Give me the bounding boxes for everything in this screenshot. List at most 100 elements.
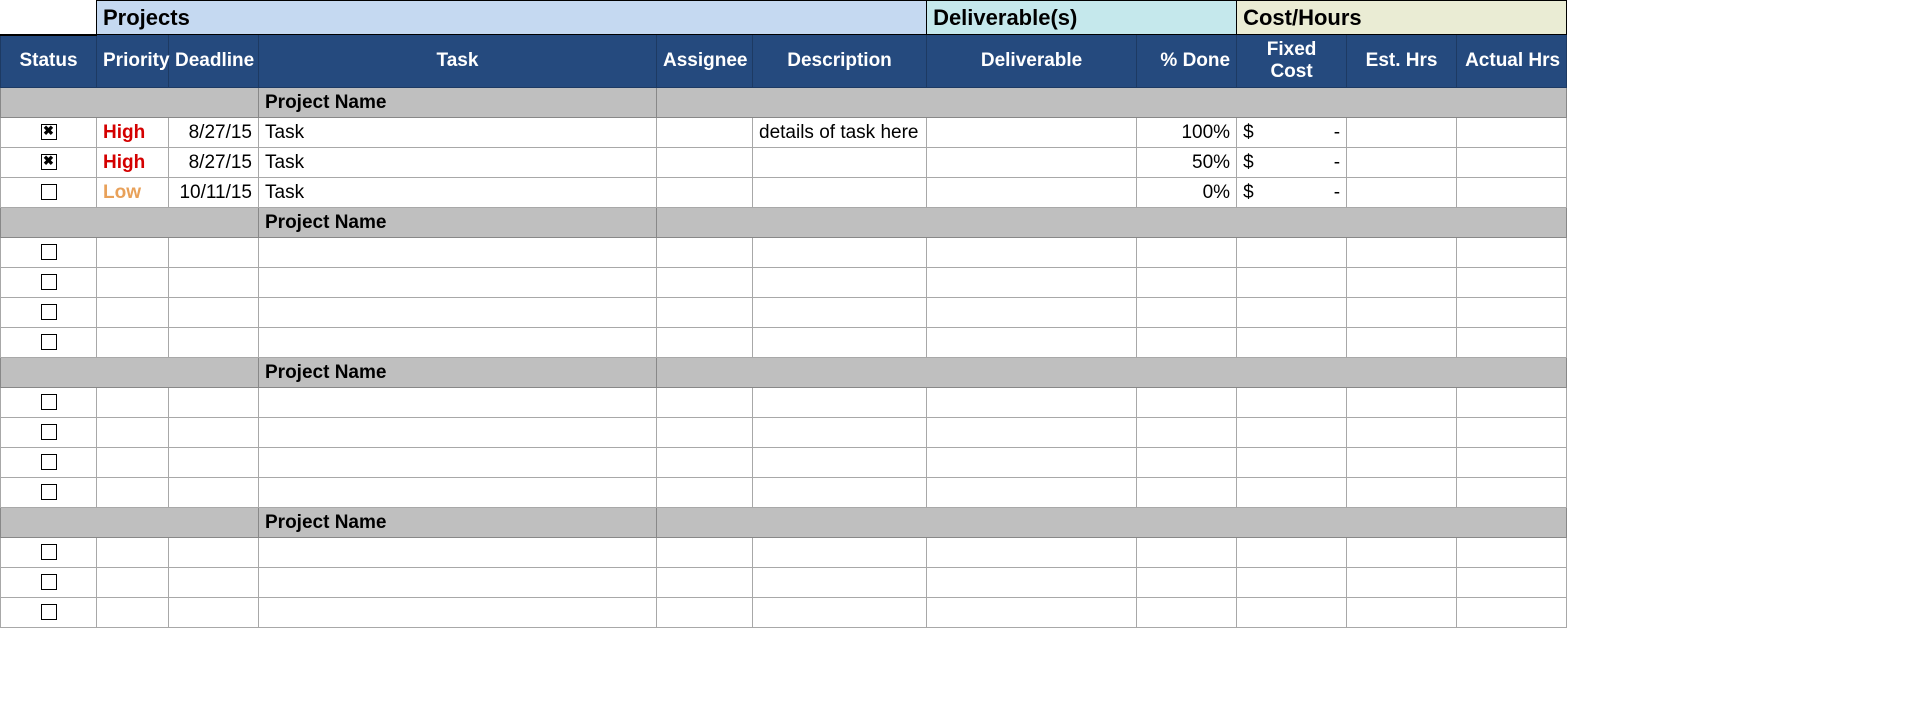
- actual-hrs-cell[interactable]: [1457, 448, 1567, 478]
- status-cell[interactable]: [1, 478, 97, 508]
- fixed-cost-cell[interactable]: [1237, 478, 1347, 508]
- task-cell[interactable]: Task: [259, 148, 657, 178]
- est-hrs-cell[interactable]: [1347, 418, 1457, 448]
- est-hrs-cell[interactable]: [1347, 478, 1457, 508]
- deliverable-cell[interactable]: [927, 178, 1137, 208]
- task-cell[interactable]: Task: [259, 118, 657, 148]
- assignee-cell[interactable]: [657, 298, 753, 328]
- task-cell[interactable]: [259, 538, 657, 568]
- deliverable-cell[interactable]: [927, 598, 1137, 628]
- actual-hrs-cell[interactable]: [1457, 118, 1567, 148]
- actual-hrs-cell[interactable]: [1457, 478, 1567, 508]
- priority-cell[interactable]: [97, 568, 169, 598]
- task-cell[interactable]: [259, 418, 657, 448]
- task-cell[interactable]: [259, 478, 657, 508]
- status-cell[interactable]: [1, 328, 97, 358]
- deliverable-cell[interactable]: [927, 388, 1137, 418]
- status-cell[interactable]: ✖: [1, 118, 97, 148]
- description-cell[interactable]: [753, 388, 927, 418]
- priority-cell[interactable]: [97, 268, 169, 298]
- est-hrs-cell[interactable]: [1347, 568, 1457, 598]
- deadline-cell[interactable]: [169, 238, 259, 268]
- description-cell[interactable]: [753, 478, 927, 508]
- checkbox-empty-icon[interactable]: [41, 244, 57, 260]
- deadline-cell[interactable]: [169, 298, 259, 328]
- description-cell[interactable]: [753, 178, 927, 208]
- fixed-cost-cell[interactable]: [1237, 568, 1347, 598]
- priority-cell[interactable]: [97, 418, 169, 448]
- checkbox-checked-icon[interactable]: ✖: [41, 124, 57, 140]
- description-cell[interactable]: [753, 538, 927, 568]
- deliverable-cell[interactable]: [927, 538, 1137, 568]
- deliverable-cell[interactable]: [927, 118, 1137, 148]
- assignee-cell[interactable]: [657, 178, 753, 208]
- actual-hrs-cell[interactable]: [1457, 538, 1567, 568]
- pct-done-cell[interactable]: [1137, 388, 1237, 418]
- actual-hrs-cell[interactable]: [1457, 388, 1567, 418]
- actual-hrs-cell[interactable]: [1457, 268, 1567, 298]
- description-cell[interactable]: [753, 148, 927, 178]
- status-cell[interactable]: [1, 268, 97, 298]
- est-hrs-cell[interactable]: [1347, 238, 1457, 268]
- deliverable-cell[interactable]: [927, 328, 1137, 358]
- est-hrs-cell[interactable]: [1347, 268, 1457, 298]
- est-hrs-cell[interactable]: [1347, 148, 1457, 178]
- est-hrs-cell[interactable]: [1347, 118, 1457, 148]
- checkbox-empty-icon[interactable]: [41, 454, 57, 470]
- checkbox-empty-icon[interactable]: [41, 484, 57, 500]
- est-hrs-cell[interactable]: [1347, 598, 1457, 628]
- pct-done-cell[interactable]: [1137, 268, 1237, 298]
- task-cell[interactable]: [259, 448, 657, 478]
- checkbox-empty-icon[interactable]: [41, 274, 57, 290]
- deadline-cell[interactable]: [169, 538, 259, 568]
- status-cell[interactable]: ✖: [1, 148, 97, 178]
- fixed-cost-cell[interactable]: [1237, 238, 1347, 268]
- pct-done-cell[interactable]: 50%: [1137, 148, 1237, 178]
- checkbox-empty-icon[interactable]: [41, 574, 57, 590]
- priority-cell[interactable]: [97, 328, 169, 358]
- est-hrs-cell[interactable]: [1347, 388, 1457, 418]
- pct-done-cell[interactable]: 100%: [1137, 118, 1237, 148]
- deadline-cell[interactable]: [169, 268, 259, 298]
- deadline-cell[interactable]: 8/27/15: [169, 148, 259, 178]
- fixed-cost-cell[interactable]: [1237, 418, 1347, 448]
- deadline-cell[interactable]: [169, 478, 259, 508]
- pct-done-cell[interactable]: [1137, 538, 1237, 568]
- fixed-cost-cell[interactable]: $-: [1237, 118, 1347, 148]
- deadline-cell[interactable]: [169, 568, 259, 598]
- deliverable-cell[interactable]: [927, 448, 1137, 478]
- deadline-cell[interactable]: [169, 598, 259, 628]
- priority-cell[interactable]: [97, 298, 169, 328]
- task-cell[interactable]: [259, 388, 657, 418]
- assignee-cell[interactable]: [657, 598, 753, 628]
- deadline-cell[interactable]: 8/27/15: [169, 118, 259, 148]
- status-cell[interactable]: [1, 418, 97, 448]
- task-cell[interactable]: Task: [259, 178, 657, 208]
- priority-cell[interactable]: [97, 448, 169, 478]
- checkbox-empty-icon[interactable]: [41, 604, 57, 620]
- est-hrs-cell[interactable]: [1347, 298, 1457, 328]
- priority-cell[interactable]: [97, 538, 169, 568]
- assignee-cell[interactable]: [657, 478, 753, 508]
- checkbox-empty-icon[interactable]: [41, 424, 57, 440]
- fixed-cost-cell[interactable]: [1237, 328, 1347, 358]
- task-cell[interactable]: [259, 328, 657, 358]
- status-cell[interactable]: [1, 538, 97, 568]
- status-cell[interactable]: [1, 388, 97, 418]
- assignee-cell[interactable]: [657, 418, 753, 448]
- actual-hrs-cell[interactable]: [1457, 148, 1567, 178]
- deadline-cell[interactable]: [169, 388, 259, 418]
- deliverable-cell[interactable]: [927, 268, 1137, 298]
- assignee-cell[interactable]: [657, 568, 753, 598]
- pct-done-cell[interactable]: [1137, 328, 1237, 358]
- actual-hrs-cell[interactable]: [1457, 418, 1567, 448]
- assignee-cell[interactable]: [657, 118, 753, 148]
- status-cell[interactable]: [1, 178, 97, 208]
- priority-cell[interactable]: [97, 478, 169, 508]
- assignee-cell[interactable]: [657, 148, 753, 178]
- fixed-cost-cell[interactable]: $-: [1237, 148, 1347, 178]
- priority-cell[interactable]: High: [97, 148, 169, 178]
- fixed-cost-cell[interactable]: $-: [1237, 178, 1347, 208]
- deadline-cell[interactable]: [169, 418, 259, 448]
- assignee-cell[interactable]: [657, 238, 753, 268]
